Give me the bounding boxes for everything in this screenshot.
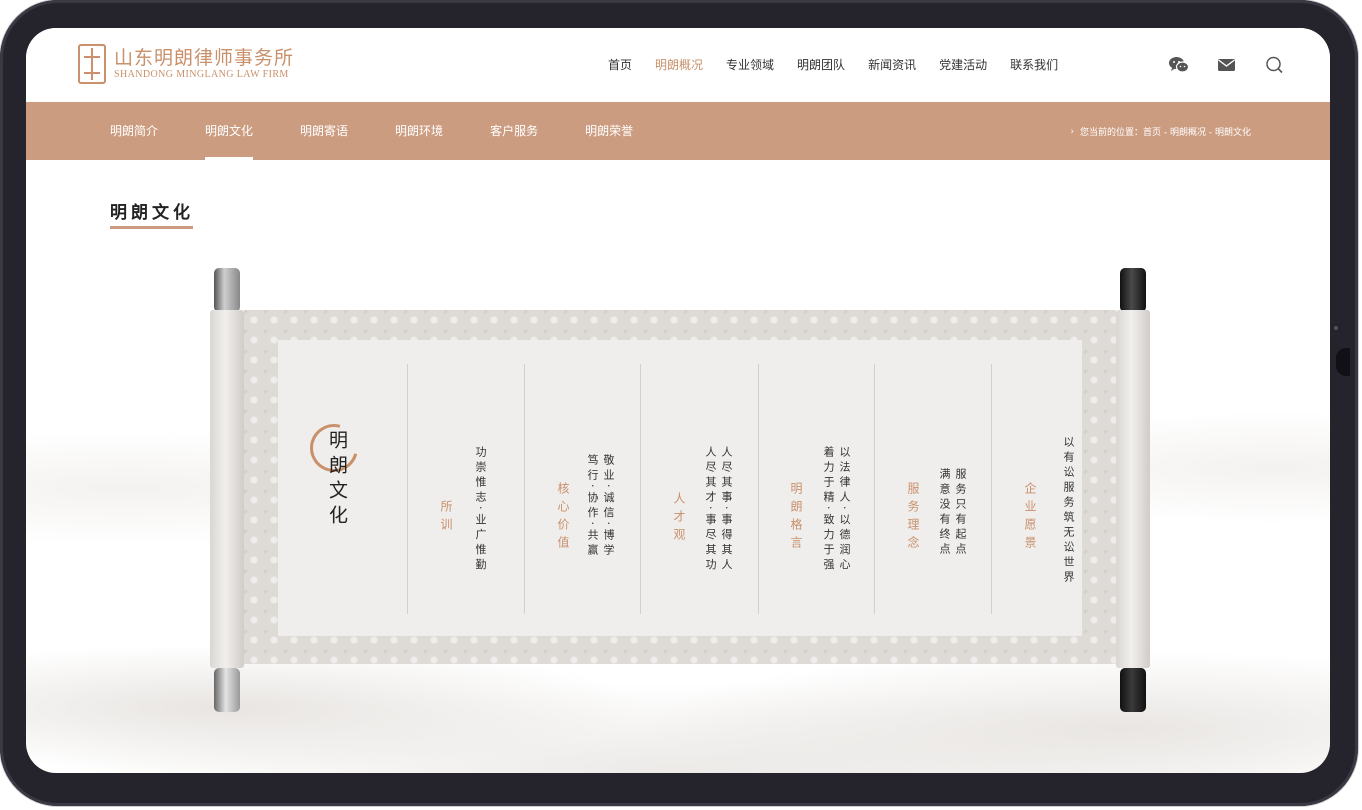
scroll-rod-right-top [1120, 268, 1146, 312]
service-title: 服务理念 [906, 482, 920, 554]
scroll-roll-left [210, 310, 244, 668]
nav-team[interactable]: 明朗团队 [797, 57, 845, 73]
breadcrumb: › 您当前的位置：首页 - 明朗概况 - 明朗文化 [1070, 125, 1251, 139]
culture-emblem: 明朗文化 [301, 415, 370, 544]
subnav-environment[interactable]: 明朗环境 [395, 102, 443, 160]
subnav-message[interactable]: 明朗寄语 [300, 102, 348, 160]
logo-name-cn: 山东明朗律师事务所 [114, 47, 295, 69]
header-icons [1168, 55, 1286, 75]
main-nav: 首页 明朗概况 专业领域 明朗团队 新闻资讯 党建活动 联系我们 [608, 57, 1081, 73]
nav-overview[interactable]: 明朗概况 [655, 57, 703, 73]
column-divider [407, 364, 408, 614]
page-title: 明朗文化 [110, 203, 194, 223]
core-values-line-2: 笃行·协作·共赢 [586, 454, 599, 559]
sub-nav-bar: 明朗简介 明朗文化 明朗寄语 明朗环境 客户服务 明朗荣誉 › 您当前的位置：首… [26, 102, 1330, 160]
motto-line-1: 功崇惟志·业广惟勤 [474, 446, 487, 574]
emblem-text: 明朗文化 [326, 430, 348, 530]
mail-icon[interactable] [1216, 55, 1238, 75]
culture-scroll: 明朗文化 功崇惟志·业广惟勤 所训 敬业·诚信·博学 笃行·协作·共赢 核心价值… [210, 268, 1150, 713]
logo-name-en: SHANDONG MINGLANG LAW FIRM [114, 69, 289, 80]
column-divider [991, 364, 992, 614]
subnav-intro[interactable]: 明朗简介 [110, 102, 158, 160]
nav-home[interactable]: 首页 [608, 57, 632, 73]
scroll-rod-right-bottom [1120, 668, 1146, 712]
search-icon[interactable] [1264, 55, 1286, 75]
core-values-line-1: 敬业·诚信·博学 [602, 454, 615, 559]
vision-line-1: 以有讼服务筑无讼世界 [1062, 436, 1075, 586]
title-underline [110, 226, 193, 229]
scroll-rod-left-bottom [214, 668, 240, 712]
tablet-frame: 山东明朗律师事务所 SHANDONG MINGLANG LAW FIRM 首页 … [0, 0, 1358, 806]
talent-title: 人才观 [672, 492, 686, 546]
column-divider [524, 364, 525, 614]
side-button [1336, 348, 1350, 376]
maxim-line-2: 着力于精·致力于强 [822, 446, 835, 574]
maxim-title: 明朗格言 [789, 482, 803, 554]
sub-nav: 明朗简介 明朗文化 明朗寄语 明朗环境 客户服务 明朗荣誉 [110, 102, 680, 160]
site-logo[interactable]: 山东明朗律师事务所 SHANDONG MINGLANG LAW FIRM [78, 44, 294, 84]
column-divider [758, 364, 759, 614]
vision-title: 企业愿景 [1023, 482, 1037, 554]
nav-contact[interactable]: 联系我们 [1010, 57, 1058, 73]
chevron-right-icon: › [1070, 126, 1075, 137]
core-values-title: 核心价值 [556, 482, 570, 554]
service-line-1: 服务只有起点 [954, 468, 967, 558]
subnav-culture[interactable]: 明朗文化 [205, 102, 254, 160]
maxim-line-1: 以法律人·以德润心 [838, 446, 851, 574]
camera-dot [1334, 326, 1338, 330]
wechat-icon[interactable] [1168, 55, 1190, 75]
talent-line-2: 人尽其才·事尽其功 [704, 446, 717, 574]
nav-party-activities[interactable]: 党建活动 [939, 57, 987, 73]
talent-line-1: 人尽其事·事得其人 [720, 446, 733, 574]
web-page: 山东明朗律师事务所 SHANDONG MINGLANG LAW FIRM 首页 … [26, 28, 1330, 773]
site-header: 山东明朗律师事务所 SHANDONG MINGLANG LAW FIRM 首页 … [26, 28, 1330, 102]
motto-title: 所训 [439, 500, 453, 536]
nav-news[interactable]: 新闻资讯 [868, 57, 916, 73]
service-line-2: 满意没有终点 [938, 468, 951, 558]
subnav-client-service[interactable]: 客户服务 [490, 102, 538, 160]
column-divider [874, 364, 875, 614]
column-divider [640, 364, 641, 614]
breadcrumb-text: 您当前的位置：首页 - 明朗概况 - 明朗文化 [1080, 128, 1251, 138]
nav-practice-areas[interactable]: 专业领域 [726, 57, 774, 73]
subnav-honors[interactable]: 明朗荣誉 [585, 102, 633, 160]
logo-mark-icon [78, 44, 106, 84]
scroll-roll-right [1116, 310, 1150, 668]
scroll-rod-left-top [214, 268, 240, 312]
